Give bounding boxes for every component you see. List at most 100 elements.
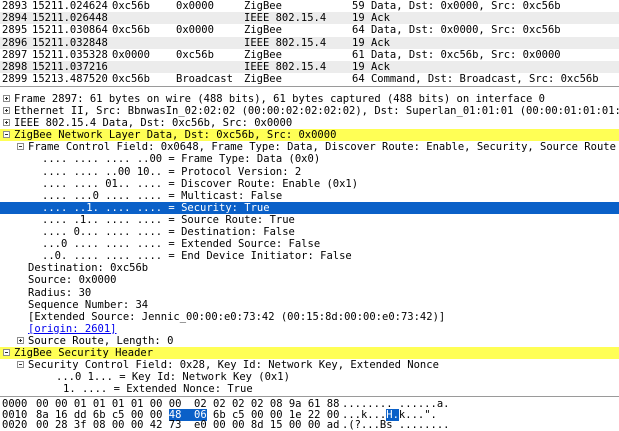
packet-destination: Broadcast <box>176 73 233 86</box>
packet-source: 0xc56b <box>112 0 150 12</box>
packet-info: 59 Data, Dst: 0x0000, Src: 0xc56b <box>352 0 561 12</box>
hex-bytes[interactable]: 00 28 3f 08 00 00 42 73 e0 00 00 8d 15 0… <box>36 420 342 431</box>
tree-ieee-802-15-4[interactable]: IEEE 802.15.4 Data, Dst: 0xc56b, Src: 0x… <box>0 117 619 129</box>
expand-icon[interactable] <box>3 119 10 127</box>
packet-time: 15211.037216 <box>32 60 108 73</box>
packet-row[interactable]: 2898 15211.037216 IEEE 802.15.4 19 Ack <box>0 60 619 74</box>
field-text: .... .... 01.. .... = Discover Route: En… <box>42 177 359 190</box>
packet-destination: 0xc56b <box>176 48 214 61</box>
tree-frame-control-field[interactable]: Frame Control Field: 0x0648, Frame Type:… <box>0 141 619 153</box>
tree-security-control-field[interactable]: Security Control Field: 0x28, Key Id: Ne… <box>0 359 619 371</box>
packet-source: 0x0000 <box>112 48 150 61</box>
packet-row[interactable]: 2893 15211.024624 0xc56b 0x0000 ZigBee 59 Dat… <box>0 0 619 12</box>
packet-protocol: IEEE 802.15.4 <box>244 12 327 25</box>
field-text: ...0 .... .... .... = Extended Source: F… <box>42 238 321 251</box>
tree-field-selected[interactable]: .... ..1. .... .... = Security: True <box>0 201 619 214</box>
packet-time: 15211.035328 <box>32 48 108 61</box>
tree-field[interactable]: .... .... .... ..00 = Frame Type: Data (… <box>0 153 619 165</box>
tree-field[interactable]: .... .... 01.. .... = Discover Route: En… <box>0 178 619 190</box>
packet-no: 2894 <box>2 12 28 25</box>
field-text: .... .... ..00 10.. = Protocol Version: … <box>42 165 302 178</box>
packet-source <box>112 61 176 73</box>
packet-row-selected[interactable]: 2897 15211.035328 0x0000 0xc56b ZigBee 61 Dat… <box>0 49 619 61</box>
tree-extended-source[interactable]: [Extended Source: Jennic_00:00:e0:73:42 … <box>0 311 619 323</box>
packet-info: 61 Data, Dst: 0xc56b, Src: 0x0000 <box>352 48 561 61</box>
field-text: Sequence Number: 34 <box>28 298 149 311</box>
packet-details-tree[interactable]: Frame 2897: 61 bytes on wire (488 bits),… <box>0 87 619 397</box>
packet-destination <box>176 61 244 73</box>
field-text: .... ..1. .... .... = Security: True <box>42 201 270 214</box>
tree-origin[interactable]: [origin: 2601] <box>0 323 619 335</box>
packet-no: 2896 <box>2 36 28 49</box>
packet-destination: 0x0000 <box>176 24 214 37</box>
packet-time: 15211.032848 <box>32 36 108 49</box>
packet-no: 2893 <box>2 0 28 12</box>
packet-row[interactable]: 2899 15213.487520 0xc56b Broadcast ZigBee 64 … <box>0 73 619 85</box>
packet-info: 19 Ack <box>352 36 390 49</box>
packet-row[interactable]: 2895 15211.030864 0xc56b 0x0000 ZigBee 64 Dat… <box>0 24 619 36</box>
packet-info: 64 Data, Dst: 0x0000, Src: 0xc56b <box>352 24 561 37</box>
packet-source <box>112 12 176 24</box>
expand-icon[interactable] <box>17 336 24 344</box>
tree-zigbee-nwk[interactable]: ZigBee Network Layer Data, Dst: 0xc56b, … <box>0 129 619 142</box>
tree-zigbee-sec-label: ZigBee Security Header <box>14 346 154 359</box>
packet-protocol: ZigBee <box>244 48 282 61</box>
tree-radius[interactable]: Radius: 30 <box>0 287 619 299</box>
tree-field[interactable]: ...0 1... = Key Id: Network Key (0x1) <box>0 371 619 383</box>
tree-frame-label: Frame 2897: 61 bytes on wire (488 bits),… <box>14 93 546 105</box>
tree-field[interactable]: .... ...0 .... .... = Multicast: False <box>0 190 619 202</box>
tree-field[interactable]: ...0 .... .... .... = Extended Source: F… <box>0 238 619 250</box>
packet-info: 19 Ack <box>352 60 390 73</box>
field-text: Radius: 30 <box>28 286 92 299</box>
packet-row[interactable]: 2896 15211.032848 IEEE 802.15.4 19 Ack <box>0 36 619 49</box>
hex-offset: 0020 <box>2 419 28 431</box>
expand-icon[interactable] <box>3 95 10 102</box>
tree-zigbee-nwk-label: ZigBee Network Layer Data, Dst: 0xc56b, … <box>14 129 337 142</box>
packet-no: 2899 <box>2 73 28 86</box>
packet-time: 15211.030864 <box>32 24 108 37</box>
collapse-icon[interactable] <box>3 131 10 139</box>
packet-destination <box>176 37 244 49</box>
tree-ethernet-label: Ethernet II, Src: BbnwasIn_02:02:02 (00:… <box>14 105 619 118</box>
packet-source: 0xc56b <box>112 24 150 37</box>
tree-fcf-label: Frame Control Field: 0x0648, Frame Type:… <box>28 141 619 154</box>
field-text: .... ...0 .... .... = Multicast: False <box>42 189 283 202</box>
packet-row[interactable]: 2894 15211.026448 IEEE 802.15.4 19 Ack <box>0 12 619 25</box>
hex-ascii[interactable]: .(?...Bs ........ <box>342 420 619 431</box>
tree-field[interactable]: .... .1.. .... .... = Source Route: True <box>0 214 619 226</box>
field-text: Source Route, Length: 0 <box>28 334 174 347</box>
field-text: .... 0... .... .... = Destination: False <box>42 226 295 239</box>
packet-protocol: ZigBee <box>244 24 282 37</box>
tree-frame[interactable]: Frame 2897: 61 bytes on wire (488 bits),… <box>0 93 619 105</box>
packet-list[interactable]: 2893 15211.024624 0xc56b 0x0000 ZigBee 59 Dat… <box>0 0 619 87</box>
packet-destination <box>176 12 244 24</box>
packet-time: 15211.026448 <box>32 12 108 25</box>
tree-destination[interactable]: Destination: 0xc56b <box>0 262 619 274</box>
hex-offset: 0000 <box>2 398 28 410</box>
hex-row[interactable]: 0020 00 28 3f 08 00 00 42 73 e0 00 00 8d … <box>0 420 619 431</box>
collapse-icon[interactable] <box>17 361 24 369</box>
field-text: Source: 0x0000 <box>28 274 117 287</box>
hex-dump-pane[interactable]: 0000 00 00 01 01 01 01 00 00 02 02 02 02 … <box>0 397 619 431</box>
tree-ethernet[interactable]: Ethernet II, Src: BbnwasIn_02:02:02 (00:… <box>0 105 619 117</box>
tree-field[interactable]: .... 0... .... .... = Destination: False <box>0 226 619 238</box>
origin-link[interactable]: [origin: 2601] <box>28 323 117 335</box>
tree-field[interactable]: .... .... ..00 10.. = Protocol Version: … <box>0 166 619 178</box>
tree-source[interactable]: Source: 0x0000 <box>0 274 619 286</box>
field-text: ..0. .... .... .... = End Device Initiat… <box>42 250 352 263</box>
collapse-icon[interactable] <box>3 348 10 356</box>
packet-protocol: IEEE 802.15.4 <box>244 60 327 73</box>
field-text: .... .1.. .... .... = Source Route: True <box>42 213 295 226</box>
tree-field[interactable]: 1. .... = Extended Nonce: True <box>0 383 619 395</box>
collapse-icon[interactable] <box>17 143 24 151</box>
tree-field[interactable]: ..0. .... .... .... = End Device Initiat… <box>0 250 619 262</box>
tree-sequence-number[interactable]: Sequence Number: 34 <box>0 299 619 311</box>
packet-destination: 0x0000 <box>176 0 214 12</box>
packet-no: 2898 <box>2 60 28 73</box>
expand-icon[interactable] <box>3 107 10 115</box>
field-text: ...0 1... = Key Id: Network Key (0x1) <box>56 371 290 384</box>
packet-protocol: IEEE 802.15.4 <box>244 36 327 49</box>
tree-zigbee-security[interactable]: ZigBee Security Header <box>0 346 619 360</box>
tree-source-route[interactable]: Source Route, Length: 0 <box>0 335 619 347</box>
packet-info: 19 Ack <box>352 12 390 25</box>
